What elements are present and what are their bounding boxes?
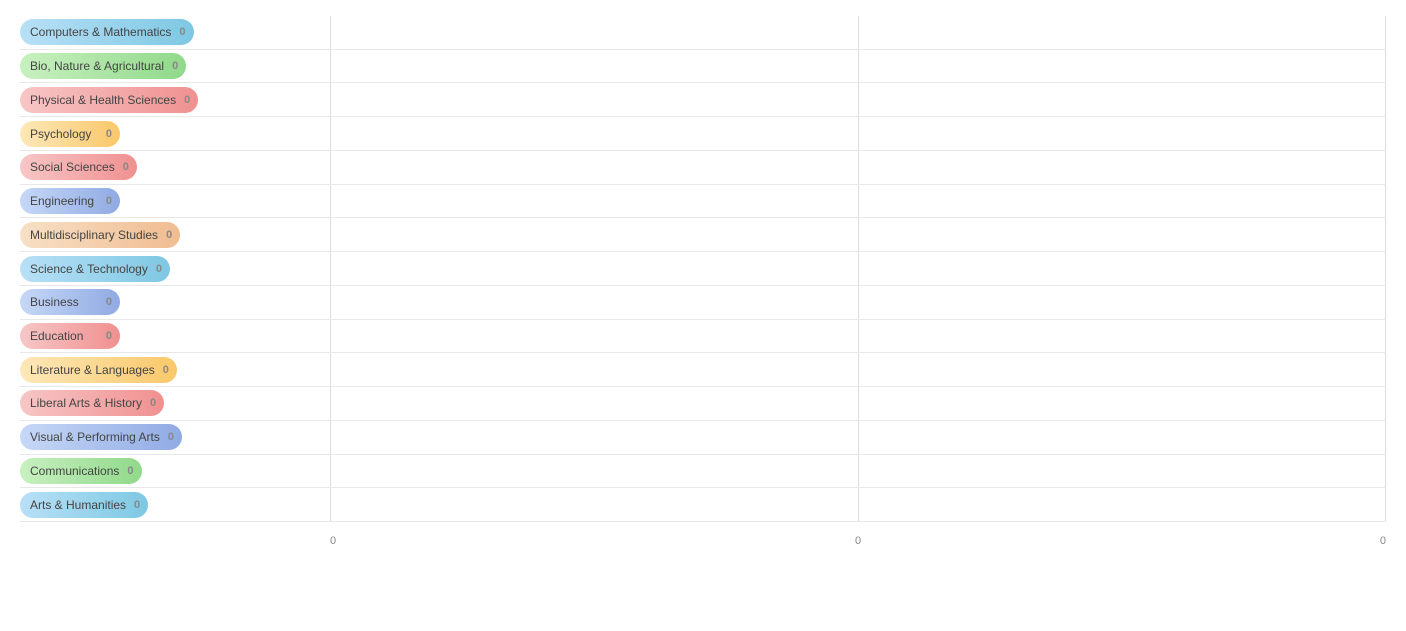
x-axis-labels: 0 0 0	[330, 535, 1386, 547]
chart-row: Bio, Nature & Agricultural 0	[20, 50, 1386, 84]
bar-area	[330, 185, 1386, 218]
bar-pill: Bio, Nature & Agricultural 0	[20, 53, 186, 79]
pill-value: 0	[106, 296, 112, 308]
chart-row: Computers & Mathematics 0	[20, 16, 1386, 50]
rows-area: Computers & Mathematics0Bio, Nature & Ag…	[20, 16, 1386, 522]
bar-pill: Physical & Health Sciences 0	[20, 87, 198, 113]
row-label-area: Computers & Mathematics 0	[20, 19, 330, 45]
bar-area	[330, 320, 1386, 353]
pill-value: 0	[163, 364, 169, 376]
bar-area	[330, 387, 1386, 420]
row-label-area: Engineering 0	[20, 188, 330, 214]
chart-row: Visual & Performing Arts 0	[20, 421, 1386, 455]
pill-value: 0	[166, 229, 172, 241]
pill-label: Multidisciplinary Studies	[30, 228, 158, 242]
bar-pill: Science & Technology 0	[20, 256, 170, 282]
chart-row: Science & Technology 0	[20, 252, 1386, 286]
bar-area	[330, 117, 1386, 150]
row-label-area: Arts & Humanities 0	[20, 492, 330, 518]
bar-pill: Education 0	[20, 323, 120, 349]
x-axis-label: 0	[855, 535, 861, 547]
pill-value: 0	[172, 60, 178, 72]
pill-label: Liberal Arts & History	[30, 396, 142, 410]
chart-row: Physical & Health Sciences 0	[20, 83, 1386, 117]
bar-pill: Psychology 0	[20, 121, 120, 147]
bar-pill: Literature & Languages 0	[20, 357, 177, 383]
row-label-area: Visual & Performing Arts 0	[20, 424, 330, 450]
pill-value: 0	[106, 330, 112, 342]
chart-row: Multidisciplinary Studies 0	[20, 218, 1386, 252]
bar-area	[330, 151, 1386, 184]
pill-value: 0	[179, 26, 185, 38]
chart-row: Education 0	[20, 320, 1386, 354]
chart-row: Psychology 0	[20, 117, 1386, 151]
bar-area	[330, 488, 1386, 521]
bar-pill: Multidisciplinary Studies 0	[20, 222, 180, 248]
bar-pill: Communications 0	[20, 458, 142, 484]
row-label-area: Literature & Languages 0	[20, 357, 330, 383]
pill-value: 0	[168, 431, 174, 443]
chart-row: Engineering 0	[20, 185, 1386, 219]
bar-area	[330, 218, 1386, 251]
pill-label: Engineering	[30, 194, 98, 208]
x-axis-label: 0	[330, 535, 336, 547]
bar-area	[330, 50, 1386, 83]
bar-area	[330, 83, 1386, 116]
pill-value: 0	[106, 195, 112, 207]
pill-label: Bio, Nature & Agricultural	[30, 59, 164, 73]
pill-value: 0	[106, 128, 112, 140]
row-label-area: Social Sciences 0	[20, 154, 330, 180]
pill-value: 0	[134, 499, 140, 511]
chart-row: Literature & Languages 0	[20, 353, 1386, 387]
bar-area	[330, 353, 1386, 386]
pill-value: 0	[184, 94, 190, 106]
bar-pill: Business 0	[20, 289, 120, 315]
bar-area	[330, 421, 1386, 454]
bar-area	[330, 286, 1386, 319]
x-axis-label: 0	[1380, 535, 1386, 547]
chart-container: Computers & Mathematics0Bio, Nature & Ag…	[0, 0, 1406, 631]
row-label-area: Bio, Nature & Agricultural 0	[20, 53, 330, 79]
pill-label: Education	[30, 329, 98, 343]
bar-pill: Liberal Arts & History 0	[20, 390, 164, 416]
pill-label: Psychology	[30, 127, 98, 141]
chart-row: Social Sciences 0	[20, 151, 1386, 185]
bar-area	[330, 16, 1386, 49]
bar-area	[330, 252, 1386, 285]
chart-row: Business 0	[20, 286, 1386, 320]
bar-pill: Social Sciences 0	[20, 154, 137, 180]
chart-row: Liberal Arts & History 0	[20, 387, 1386, 421]
bar-pill: Computers & Mathematics 0	[20, 19, 194, 45]
pill-value: 0	[150, 397, 156, 409]
chart-row: Arts & Humanities 0	[20, 488, 1386, 522]
pill-label: Communications	[30, 464, 119, 478]
pill-label: Social Sciences	[30, 160, 115, 174]
pill-label: Computers & Mathematics	[30, 25, 171, 39]
chart-row: Communications 0	[20, 455, 1386, 489]
bar-pill: Visual & Performing Arts 0	[20, 424, 182, 450]
bar-area	[330, 455, 1386, 488]
pill-label: Science & Technology	[30, 262, 148, 276]
pill-label: Business	[30, 295, 98, 309]
row-label-area: Multidisciplinary Studies 0	[20, 222, 330, 248]
row-label-area: Business 0	[20, 289, 330, 315]
row-label-area: Communications 0	[20, 458, 330, 484]
pill-label: Literature & Languages	[30, 363, 155, 377]
chart-body: Computers & Mathematics0Bio, Nature & Ag…	[20, 16, 1386, 547]
pill-label: Visual & Performing Arts	[30, 430, 160, 444]
pill-label: Physical & Health Sciences	[30, 93, 176, 107]
row-label-area: Liberal Arts & History 0	[20, 390, 330, 416]
pill-value: 0	[127, 465, 133, 477]
row-label-area: Physical & Health Sciences 0	[20, 87, 330, 113]
row-label-area: Education 0	[20, 323, 330, 349]
pill-value: 0	[123, 161, 129, 173]
row-label-area: Science & Technology 0	[20, 256, 330, 282]
bar-pill: Arts & Humanities 0	[20, 492, 148, 518]
pill-label: Arts & Humanities	[30, 498, 126, 512]
x-axis: 0 0 0	[20, 522, 1386, 547]
bar-pill: Engineering 0	[20, 188, 120, 214]
row-label-area: Psychology 0	[20, 121, 330, 147]
pill-value: 0	[156, 263, 162, 275]
